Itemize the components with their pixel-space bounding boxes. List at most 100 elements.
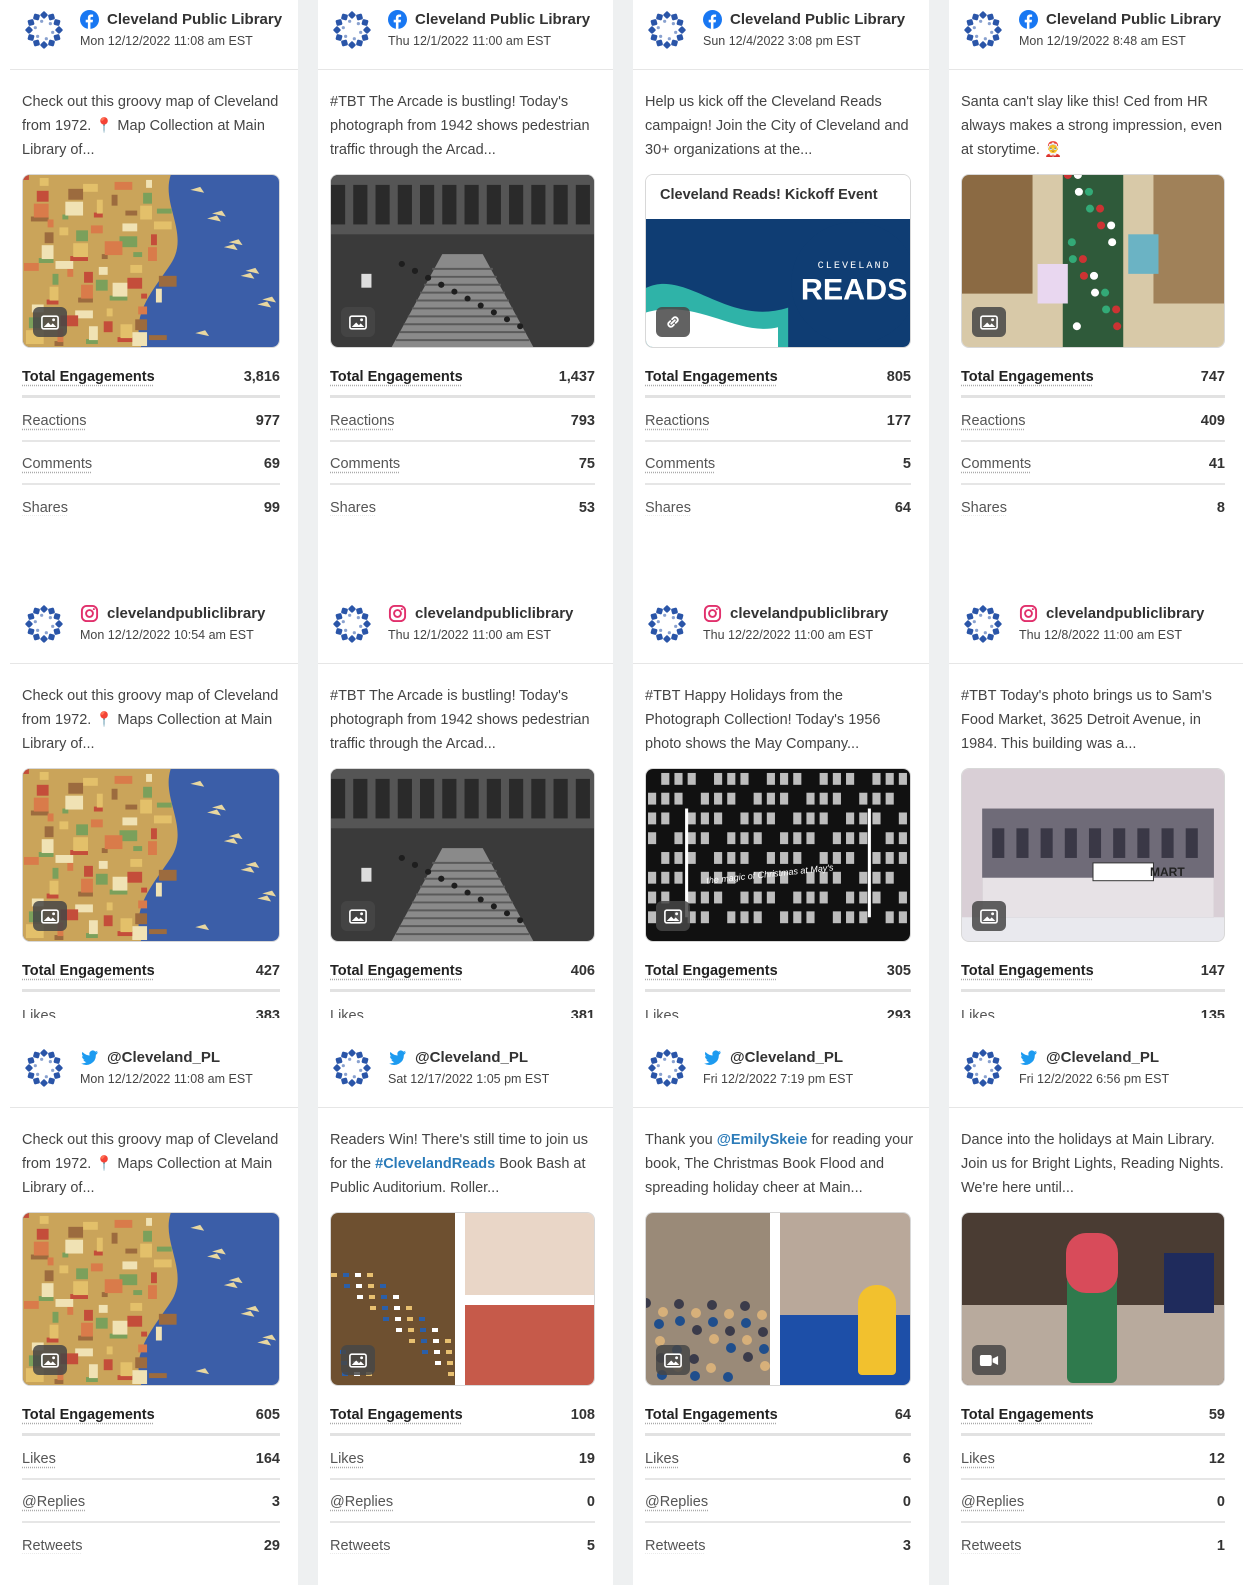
account-name[interactable]: Cleveland Public Library (1046, 11, 1221, 28)
post-date: Mon 12/12/2022 10:54 am EST (80, 628, 254, 642)
post-media[interactable] (22, 1212, 280, 1386)
post-media[interactable] (330, 174, 595, 348)
post-text: Santa can't slay like this! Ced from HR … (961, 90, 1231, 162)
post-text: #TBT Happy Holidays from the Photograph … (645, 688, 881, 752)
stat-label[interactable]: @Replies (645, 1494, 708, 1510)
stat-value: 12 (1208, 1451, 1225, 1467)
stat-label[interactable]: Reactions (645, 413, 709, 429)
account-name[interactable]: Cleveland Public Library (415, 11, 590, 28)
stat-row: Comments 75 (330, 445, 595, 485)
avatar (24, 10, 64, 50)
account-name[interactable]: clevelandpubliclibrary (1046, 605, 1204, 622)
post-media[interactable]: Cleveland Reads! Kickoff Event CLEVELAND R… (645, 174, 911, 348)
facebook-post-card[interactable]: Cleveland Public Library Sun 12/4/2022 3… (633, 0, 929, 516)
account-name[interactable]: Cleveland Public Library (107, 11, 282, 28)
account-name[interactable]: @Cleveland_PL (1046, 1049, 1159, 1066)
total-engagements-row: Total Engagements 305 (645, 952, 911, 992)
post-date: Sun 12/4/2022 3:08 pm EST (703, 34, 861, 48)
stat-row: Likes 6 (645, 1440, 911, 1480)
stat-label[interactable]: Shares (961, 500, 1007, 516)
total-engagements-row: Total Engagements 605 (22, 1396, 280, 1436)
post-text: Check out this groovy map of Cleveland f… (22, 90, 286, 162)
stat-label[interactable]: @Replies (22, 1494, 85, 1510)
post-media[interactable] (330, 768, 595, 942)
stat-row: Retweets 5 (330, 1526, 595, 1554)
stat-label[interactable]: Retweets (330, 1538, 390, 1554)
instagram-post-card[interactable]: clevelandpubliclibrary Thu 12/1/2022 11:… (318, 594, 613, 1018)
account-name[interactable]: clevelandpubliclibrary (730, 605, 888, 622)
account-name[interactable]: @Cleveland_PL (415, 1049, 528, 1066)
facebook-post-card[interactable]: Cleveland Public Library Thu 12/1/2022 1… (318, 0, 613, 516)
stat-value: 747 (1200, 368, 1225, 385)
twitter-post-card[interactable]: @Cleveland_PL Sat 12/17/2022 1:05 pm EST… (318, 1038, 613, 1554)
instagram-post-card[interactable]: clevelandpubliclibrary Thu 12/8/2022 11:… (949, 594, 1243, 1018)
post-media[interactable] (22, 768, 280, 942)
facebook-post-card[interactable]: Cleveland Public Library Mon 12/12/2022 … (10, 0, 298, 516)
twitter-post-card[interactable]: @Cleveland_PL Mon 12/12/2022 11:08 am ES… (10, 1038, 298, 1554)
account-name[interactable]: clevelandpubliclibrary (415, 605, 573, 622)
stat-label[interactable]: Likes (645, 1008, 679, 1018)
post-media[interactable] (961, 1212, 1225, 1386)
mention-link[interactable]: #ClevelandReads (375, 1156, 495, 1172)
stat-label[interactable]: Shares (330, 500, 376, 516)
stat-value: 427 (255, 962, 280, 979)
media-type-icon (656, 307, 690, 337)
stat-label[interactable]: Reactions (330, 413, 394, 429)
stat-label[interactable]: Likes (330, 1451, 364, 1467)
stat-label[interactable]: Comments (645, 456, 715, 472)
mention-link[interactable]: @EmilySkeie (717, 1132, 808, 1148)
twitter-post-card[interactable]: @Cleveland_PL Fri 12/2/2022 7:19 pm EST … (633, 1038, 929, 1554)
stat-label[interactable]: Likes (961, 1008, 995, 1018)
stat-value: 805 (886, 368, 911, 385)
account-name[interactable]: Cleveland Public Library (730, 11, 905, 28)
post-media[interactable] (961, 174, 1225, 348)
post-media[interactable] (22, 174, 280, 348)
post-media[interactable]: the magic of Christmas at May's (645, 768, 911, 942)
stat-label[interactable]: Retweets (961, 1538, 1021, 1554)
stat-row: Retweets 1 (961, 1526, 1225, 1554)
facebook-post-card[interactable]: Cleveland Public Library Mon 12/19/2022 … (949, 0, 1243, 516)
post-header: Cleveland Public Library Mon 12/12/2022 … (10, 0, 298, 70)
stat-value: 64 (894, 500, 911, 516)
stat-label[interactable]: Shares (645, 500, 691, 516)
account-name[interactable]: clevelandpubliclibrary (107, 605, 265, 622)
stat-label[interactable]: Retweets (22, 1538, 82, 1554)
account-row: Cleveland Public Library (80, 10, 282, 29)
post-media[interactable] (645, 1212, 911, 1386)
twitter-post-card[interactable]: @Cleveland_PL Fri 12/2/2022 6:56 pm EST … (949, 1038, 1243, 1554)
post-text: Check out this groovy map of Cleveland f… (22, 688, 279, 752)
account-name[interactable]: @Cleveland_PL (730, 1049, 843, 1066)
account-name[interactable]: @Cleveland_PL (107, 1049, 220, 1066)
stat-label[interactable]: @Replies (961, 1494, 1024, 1510)
stat-label[interactable]: Comments (330, 456, 400, 472)
stat-label: Total Engagements (961, 1406, 1094, 1423)
twitter-icon (388, 1048, 407, 1067)
total-engagements-row: Total Engagements 1,437 (330, 358, 595, 398)
stat-value: 605 (255, 1406, 280, 1423)
stat-label: Total Engagements (645, 962, 778, 979)
stat-value: 19 (578, 1451, 595, 1467)
stat-label[interactable]: Reactions (961, 413, 1025, 429)
stat-label[interactable]: @Replies (330, 1494, 393, 1510)
stat-value: 64 (894, 1406, 911, 1423)
stat-label[interactable]: Likes (22, 1008, 56, 1018)
instagram-post-card[interactable]: clevelandpubliclibrary Thu 12/22/2022 11… (633, 594, 929, 1018)
stat-row: Shares 53 (330, 488, 595, 516)
stat-label[interactable]: Likes (961, 1451, 995, 1467)
total-engagements-row: Total Engagements 406 (330, 952, 595, 992)
instagram-post-card[interactable]: clevelandpubliclibrary Mon 12/12/2022 10… (10, 594, 298, 1018)
total-engagements-row: Total Engagements 3,816 (22, 358, 280, 398)
stat-label[interactable]: Likes (645, 1451, 679, 1467)
stat-label[interactable]: Comments (961, 456, 1031, 472)
gutter (929, 0, 949, 1585)
post-media[interactable]: MART (961, 768, 1225, 942)
stat-label[interactable]: Shares (22, 500, 68, 516)
stat-label[interactable]: Retweets (645, 1538, 705, 1554)
stat-label[interactable]: Likes (330, 1008, 364, 1018)
stat-label[interactable]: Reactions (22, 413, 86, 429)
stat-label[interactable]: Comments (22, 456, 92, 472)
svg-text:CLEVELAND: CLEVELAND (818, 261, 891, 272)
stat-value: 977 (255, 413, 280, 429)
post-media[interactable] (330, 1212, 595, 1386)
stat-label[interactable]: Likes (22, 1451, 56, 1467)
